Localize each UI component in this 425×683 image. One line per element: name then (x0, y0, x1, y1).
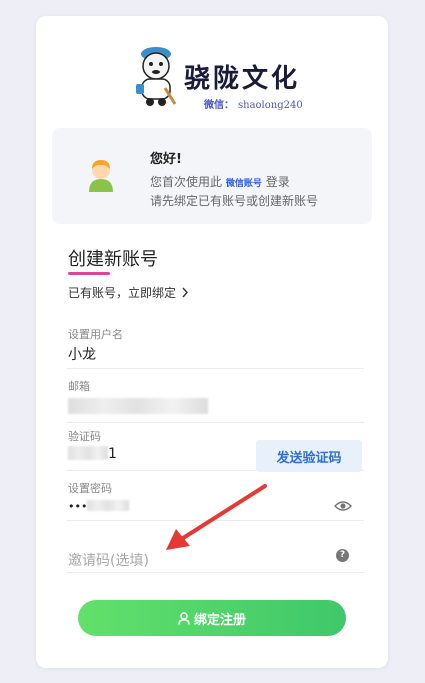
username-field[interactable]: 设置用户名 小龙 (66, 320, 364, 369)
verification-code-label: 验证码 (68, 430, 101, 443)
email-redacted (68, 398, 208, 414)
password-field[interactable]: 设置密码 ••• (66, 476, 364, 521)
password-label: 设置密码 (68, 482, 112, 495)
user-avatar-icon (89, 160, 113, 192)
password-mask: ••• (68, 500, 88, 513)
form-title: 创建新账号 (68, 249, 158, 270)
bind-register-label: 绑定注册 (193, 612, 246, 628)
send-code-button[interactable]: 发送验证码 (256, 440, 362, 472)
brand-title: 骁陇文化 (184, 64, 301, 94)
greeting-title: 您好! (150, 152, 182, 167)
wechat-label: 微信： (204, 100, 234, 111)
brand-wechat: 微信： shaolong240 (204, 96, 303, 111)
chevron-right-icon (182, 287, 188, 298)
username-label: 设置用户名 (68, 328, 123, 341)
greeting-line2: 请先绑定已有账号或创建新账号 (150, 194, 319, 208)
brand-logo: 骁陇文化 微信： shaolong240 (132, 42, 332, 114)
verification-code-redacted (68, 446, 108, 460)
bind-existing-account-label: 已有账号，立即绑定 (68, 286, 177, 300)
verification-code-suffix: 1 (108, 446, 117, 462)
register-card: 骁陇文化 微信： shaolong240 您好! 您首次使用此 微信账号 登录 请… (36, 16, 388, 668)
verification-code-input[interactable]: 1 (68, 446, 117, 462)
password-redacted (87, 500, 130, 511)
greeting-line1: 您首次使用此 微信账号 登录 (150, 173, 290, 190)
email-input[interactable] (68, 398, 208, 418)
password-input[interactable]: ••• (68, 498, 130, 514)
email-label: 邮箱 (68, 380, 90, 393)
bind-register-button[interactable]: 绑定注册 (78, 600, 346, 636)
invite-code-field[interactable]: 邀请码(选填) (66, 532, 364, 573)
greeting-line1-prefix: 您首次使用此 (150, 175, 223, 189)
form-title-underline (68, 272, 110, 275)
mascot-icon (136, 47, 177, 106)
greeting-line1-suffix: 登录 (265, 175, 290, 189)
username-input[interactable]: 小龙 (68, 344, 96, 364)
user-icon (178, 611, 190, 625)
invite-code-input[interactable]: 邀请码(选填) (68, 550, 149, 570)
bind-existing-account-link[interactable]: 已有账号，立即绑定 (68, 284, 189, 301)
eye-icon[interactable] (334, 500, 352, 512)
wechat-account: shaolong240 (238, 100, 303, 111)
question-icon[interactable]: ? (336, 549, 349, 562)
greeting-panel: 您好! 您首次使用此 微信账号 登录 请先绑定已有账号或创建新账号 (52, 128, 372, 224)
wechat-account-badge: 微信账号 (225, 179, 262, 189)
email-field[interactable]: 邮箱 (66, 372, 364, 423)
